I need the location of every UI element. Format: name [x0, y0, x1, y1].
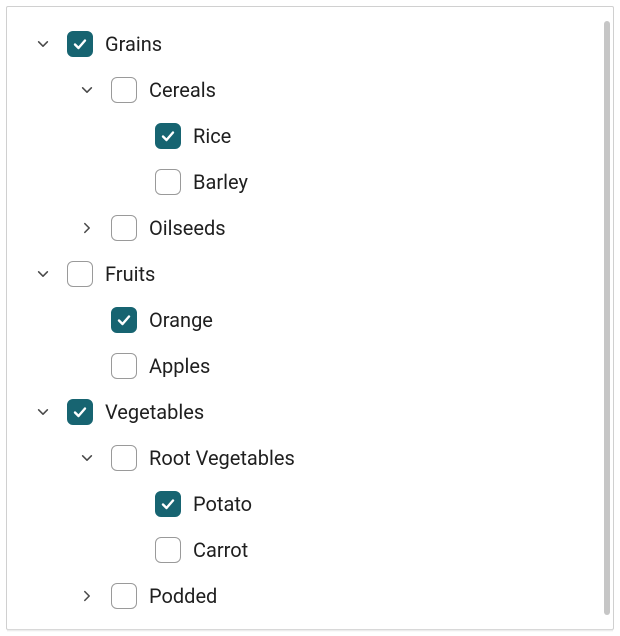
- checkbox-rice[interactable]: [155, 123, 181, 149]
- tree-node-root-vegetables[interactable]: Root Vegetables: [51, 435, 599, 481]
- tree-label: Carrot: [193, 540, 248, 560]
- checkbox-barley[interactable]: [155, 169, 181, 195]
- tree-label: Oilseeds: [149, 218, 226, 238]
- tree-label: Grains: [105, 34, 162, 54]
- chevron-down-icon[interactable]: [31, 400, 55, 424]
- checkbox-root-vegetables[interactable]: [111, 445, 137, 471]
- checkbox-apples[interactable]: [111, 353, 137, 379]
- chevron-down-icon[interactable]: [31, 32, 55, 56]
- checkbox-oilseeds[interactable]: [111, 215, 137, 241]
- tree-label: Podded: [149, 586, 217, 606]
- tree-label: Cereals: [149, 80, 216, 100]
- tree-node-orange[interactable]: Orange: [51, 297, 599, 343]
- chevron-right-icon[interactable]: [75, 216, 99, 240]
- tree-panel: Grains Cereals: [6, 6, 614, 630]
- checkbox-carrot[interactable]: [155, 537, 181, 563]
- checkbox-cereals[interactable]: [111, 77, 137, 103]
- tree-node-potato[interactable]: Potato: [95, 481, 599, 527]
- tree-label: Rice: [193, 126, 231, 146]
- tree-node-barley[interactable]: Barley: [95, 159, 599, 205]
- checkbox-grains[interactable]: [67, 31, 93, 57]
- checkbox-potato[interactable]: [155, 491, 181, 517]
- tree-label: Orange: [149, 310, 213, 330]
- chevron-down-icon[interactable]: [31, 262, 55, 286]
- tree-label: Apples: [149, 356, 210, 376]
- checkbox-fruits[interactable]: [67, 261, 93, 287]
- chevron-down-icon[interactable]: [75, 446, 99, 470]
- checkbox-orange[interactable]: [111, 307, 137, 333]
- tree-node-cereals[interactable]: Cereals: [51, 67, 599, 113]
- tree-viewport: Grains Cereals: [7, 13, 599, 629]
- tree-label: Potato: [193, 494, 252, 514]
- tree-node-apples[interactable]: Apples: [51, 343, 599, 389]
- tree-node-oilseeds[interactable]: Oilseeds: [51, 205, 599, 251]
- tree-node-grains[interactable]: Grains: [7, 21, 599, 67]
- tree-label: Root Vegetables: [149, 448, 295, 468]
- chevron-right-icon[interactable]: [75, 584, 99, 608]
- checkbox-podded[interactable]: [111, 583, 137, 609]
- tree-node-fruits[interactable]: Fruits: [7, 251, 599, 297]
- tree-label: Vegetables: [105, 402, 204, 422]
- tree-node-podded[interactable]: Podded: [51, 573, 599, 619]
- tree-label: Barley: [193, 172, 248, 192]
- tree-node-vegetables[interactable]: Vegetables: [7, 389, 599, 435]
- tree-node-carrot[interactable]: Carrot: [95, 527, 599, 573]
- checkbox-tree: Grains Cereals: [7, 13, 599, 619]
- checkbox-vegetables[interactable]: [67, 399, 93, 425]
- tree-label: Fruits: [105, 264, 155, 284]
- chevron-down-icon[interactable]: [75, 78, 99, 102]
- tree-node-rice[interactable]: Rice: [95, 113, 599, 159]
- vertical-scrollbar[interactable]: [604, 21, 610, 615]
